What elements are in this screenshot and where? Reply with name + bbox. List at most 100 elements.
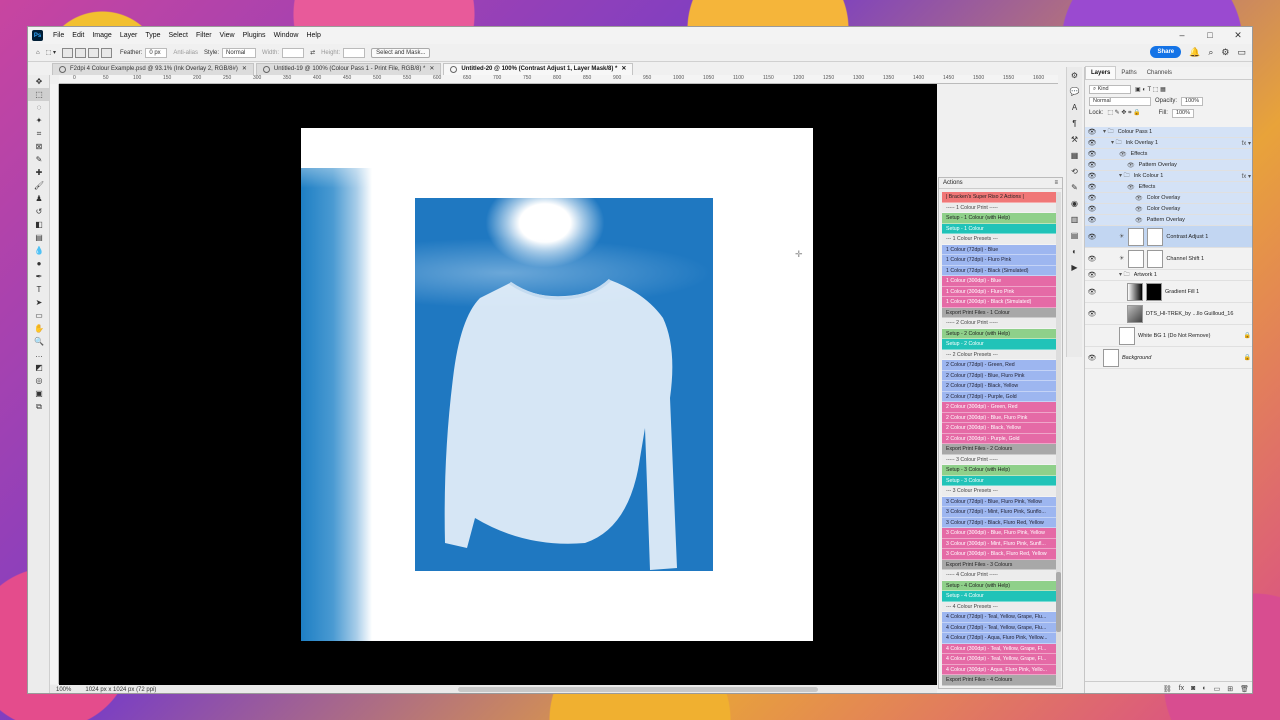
close-tab-icon[interactable]: ✕ xyxy=(621,64,626,75)
visibility-eye-icon[interactable]: 👁 xyxy=(1085,128,1099,136)
action-item[interactable]: Export Print Files - 4 Colours xyxy=(942,675,1056,686)
properties-icon[interactable]: ⚙ xyxy=(1067,67,1082,83)
height-input[interactable] xyxy=(343,47,366,58)
layer-row[interactable]: 👁 ☀ Contrast Adjust 1 xyxy=(1085,226,1252,248)
share-artboard-icon[interactable]: ⧉ xyxy=(28,400,50,413)
effect-eye-icon[interactable]: 👁 xyxy=(1135,206,1143,213)
action-item[interactable]: Setup - 3 Colour xyxy=(942,475,1056,486)
action-item[interactable]: 3 Colour (72dpi) - Black, Fluro Red, Yel… xyxy=(942,517,1056,528)
action-item[interactable]: 2 Colour (72dpi) - Blue, Fluro Pink xyxy=(942,370,1056,381)
gradient-tool-icon[interactable]: ▤ xyxy=(28,231,50,244)
layer-thumbnail[interactable] xyxy=(1127,304,1143,323)
screen-mode-icon[interactable]: ▣ xyxy=(28,387,50,400)
tab-document-1[interactable]: F2dpi 4 Colour Example.psd @ 93.1% (Ink … xyxy=(52,63,254,75)
magic-wand-icon[interactable]: ✦ xyxy=(28,114,50,127)
link-layers-icon[interactable]: ⛓ xyxy=(1163,685,1172,693)
adjustment-layer-icon[interactable]: ◐ xyxy=(1202,685,1206,692)
new-group-icon[interactable]: ▭ xyxy=(1214,685,1221,693)
layer-thumbnail[interactable] xyxy=(1127,282,1143,301)
visibility-eye-icon[interactable]: 👁 xyxy=(1085,150,1099,158)
layer-thumbnail[interactable] xyxy=(1103,348,1119,367)
brush-tool-icon[interactable]: 🖌 xyxy=(28,179,50,192)
layer-row[interactable]: 👁 👁 Color Overlay xyxy=(1085,193,1252,204)
tab-paths[interactable]: Paths xyxy=(1116,67,1141,79)
action-item[interactable]: Export Print Files - 3 Colours xyxy=(942,559,1056,570)
action-item[interactable]: 1 Colour (72dpi) - Blue xyxy=(942,244,1056,255)
action-item[interactable]: 1 Colour (300dpi) - Fluro Pink xyxy=(942,286,1056,297)
action-item[interactable]: 3 Colour (300dpi) - Mint, Fluro Pink, Su… xyxy=(942,538,1056,549)
action-item[interactable]: 2 Colour (72dpi) - Black, Yellow xyxy=(942,381,1056,392)
dodge-tool-icon[interactable]: ● xyxy=(28,257,50,270)
menu-plugins[interactable]: Plugins xyxy=(239,32,270,39)
tab-document-3[interactable]: Untitled-20 @ 100% (Contrast Adjust 1, L… xyxy=(443,63,634,75)
close-tab-icon[interactable]: ✕ xyxy=(429,64,434,75)
action-item[interactable]: 4 Colour (72dpi) - Teal, Yellow, Grape, … xyxy=(942,612,1056,623)
path-select-icon[interactable]: ➤ xyxy=(28,296,50,309)
action-item[interactable]: 1 Colour (300dpi) - Blue xyxy=(942,276,1056,287)
action-item[interactable]: | Bracken's Super Riso 2 Actions | xyxy=(942,192,1056,203)
menu-image[interactable]: Image xyxy=(88,32,115,39)
type-tool-icon[interactable]: T xyxy=(28,283,50,296)
swap-icon[interactable]: ⇄ xyxy=(310,49,315,56)
menu-select[interactable]: Select xyxy=(165,32,192,39)
folder-icon[interactable]: ▾ 🗀 xyxy=(1119,171,1130,181)
comments-icon[interactable]: 💬 xyxy=(1067,83,1082,99)
visibility-eye-icon[interactable]: 👁 xyxy=(1085,233,1099,241)
adjustments-icon[interactable]: ◐ xyxy=(1067,243,1082,259)
eraser-icon[interactable]: ◧ xyxy=(28,218,50,231)
menu-filter[interactable]: Filter xyxy=(192,32,216,39)
new-layer-icon[interactable]: ⊞ xyxy=(1227,685,1233,693)
layer-mask-thumbnail[interactable] xyxy=(1147,249,1164,268)
fx-icon[interactable]: fx xyxy=(1179,685,1184,692)
action-item[interactable]: 2 Colour (300dpi) - Purple, Gold xyxy=(942,433,1056,444)
effect-eye-icon[interactable]: 👁 xyxy=(1127,162,1135,169)
menu-view[interactable]: View xyxy=(216,32,239,39)
visibility-eye-icon[interactable]: 👁 xyxy=(1085,205,1099,213)
layer-row[interactable]: 👁 👁 Pattern Overlay xyxy=(1085,215,1252,226)
layer-row[interactable]: 👁 DTS_HI-TREK_by ...llo Guilloud_16 xyxy=(1085,303,1252,325)
feather-input[interactable]: 0 px xyxy=(145,47,168,58)
action-item[interactable]: 2 Colour (300dpi) - Blue, Fluro Pink xyxy=(942,412,1056,423)
filter-icons[interactable]: ▣ ◐ T ⬚ ▦ xyxy=(1135,86,1166,93)
visibility-eye-icon[interactable]: 👁 xyxy=(1085,216,1099,224)
brush-settings-icon[interactable]: ◉ xyxy=(1067,195,1082,211)
history-icon[interactable]: ⟲ xyxy=(1067,163,1082,179)
action-item[interactable]: ----- 2 Colour Print ----- xyxy=(942,318,1056,329)
panel-menu-icon[interactable]: ≡ xyxy=(1054,180,1058,186)
document-info[interactable]: 1024 px x 1024 px (72 ppi) xyxy=(85,687,156,693)
visibility-eye-icon[interactable]: 👁 xyxy=(1085,310,1099,318)
libraries-icon[interactable]: ▦ xyxy=(1067,147,1082,163)
close-tab-icon[interactable]: ✕ xyxy=(242,64,247,75)
action-item[interactable]: Setup - 1 Colour (with Help) xyxy=(942,213,1056,224)
visibility-eye-icon[interactable]: 👁 xyxy=(1085,139,1099,147)
action-item[interactable]: 4 Colour (300dpi) - Teal, Yellow, Grape,… xyxy=(942,654,1056,665)
visibility-eye-icon[interactable]: 👁 xyxy=(1085,183,1099,191)
visibility-eye-icon[interactable]: 👁 xyxy=(1085,271,1099,279)
action-item[interactable]: 4 Colour (72dpi) - Teal, Yellow, Grape, … xyxy=(942,622,1056,633)
action-item[interactable]: Export Print Files - 2 Colours xyxy=(942,444,1056,455)
marquee-tool-icon[interactable]: ⬚ xyxy=(28,88,50,101)
swatches-icon[interactable]: ▥ xyxy=(1067,211,1082,227)
action-item[interactable]: 1 Colour (72dpi) - Fluro Pink xyxy=(942,255,1056,266)
layer-thumbnail[interactable] xyxy=(1119,326,1135,345)
opacity-input[interactable]: 100% xyxy=(1181,96,1204,106)
action-item[interactable]: 3 Colour (300dpi) - Black, Fluro Red, Ye… xyxy=(942,549,1056,560)
action-item[interactable]: 4 Colour (300dpi) - Aqua, Fluro Pink, Ye… xyxy=(942,664,1056,675)
zoom-level[interactable]: 100% xyxy=(56,687,71,693)
visibility-eye-icon[interactable]: 👁 xyxy=(1085,172,1099,180)
document-artwork[interactable] xyxy=(301,128,813,641)
layer-row[interactable]: 👁 ☀ Channel Shift 1 xyxy=(1085,248,1252,270)
character-icon[interactable]: A xyxy=(1067,99,1082,115)
layer-row[interactable]: 👁 Background 🔒 xyxy=(1085,347,1252,369)
eyedropper-icon[interactable]: ✎ xyxy=(28,153,50,166)
layer-thumbnail[interactable] xyxy=(1128,227,1145,246)
tool-presets-icon[interactable]: ⚒ xyxy=(1067,131,1082,147)
more-tools-icon[interactable]: … xyxy=(28,348,50,361)
action-item[interactable]: 4 Colour (300dpi) - Teal, Yellow, Grape,… xyxy=(942,643,1056,654)
tab-layers[interactable]: Layers xyxy=(1085,66,1117,79)
action-item[interactable]: 3 Colour (300dpi) - Blue, Fluro Pink, Ye… xyxy=(942,528,1056,539)
layer-row[interactable]: 👁 👁 Color Overlay xyxy=(1085,204,1252,215)
menu-window[interactable]: Window xyxy=(270,32,303,39)
effect-eye-icon[interactable]: 👁 xyxy=(1127,184,1135,191)
home-icon[interactable]: ⌂ xyxy=(36,50,40,56)
